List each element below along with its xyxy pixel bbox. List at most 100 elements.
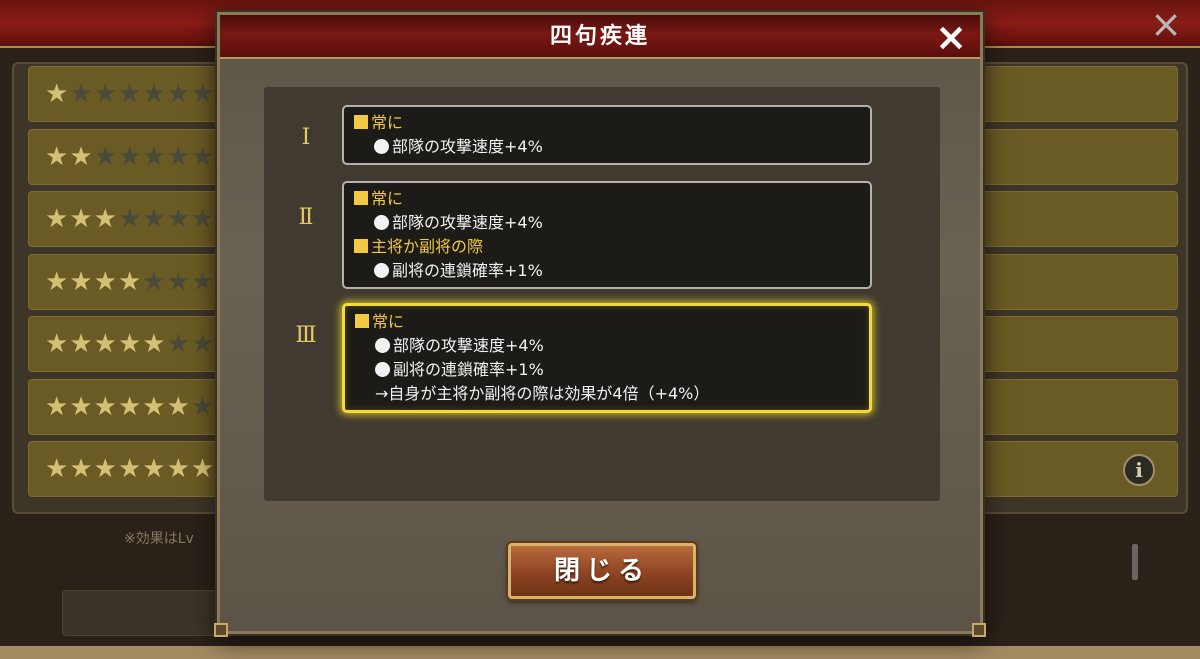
bullet-dot-icon (375, 338, 390, 353)
line-text: 部隊の攻撃速度+4% (392, 213, 543, 232)
condition-square-icon (354, 115, 368, 129)
star-icon: ★ (45, 141, 70, 172)
level-numeral: Ⅰ (301, 125, 311, 150)
star-rating: ★★★★★★★ (45, 140, 215, 174)
effect-line: 副将の連鎖確率+1% (355, 358, 861, 382)
star-icon: ★ (45, 204, 70, 234)
line-text: 副将の連鎖確率+1% (392, 261, 543, 280)
background-scrollbar (1132, 544, 1138, 580)
level-box: 常に部隊の攻撃速度+4% 主将か副将の際副将の連鎖確率+1% (342, 181, 872, 289)
star-rating: ★★★★★★★ (45, 77, 215, 111)
star-icon: ★ (142, 391, 167, 422)
star-icon: ★ (166, 204, 191, 234)
condition-line: 常に (354, 187, 862, 211)
background-note: ※効果はLv (124, 531, 194, 547)
star-icon: ★ (166, 329, 191, 359)
star-icon: ★ (142, 204, 167, 234)
star-icon: ★ (93, 141, 118, 172)
star-icon: ★ (69, 391, 94, 422)
star-icon: ★ (93, 329, 118, 359)
star-icon: ★ (69, 204, 94, 234)
star-icon: ★ (117, 79, 143, 109)
effect-line: 副将の連鎖確率+1% (354, 259, 862, 283)
line-text: 常に (371, 113, 404, 132)
condition-square-icon (354, 191, 368, 205)
line-text: 常に (371, 189, 404, 208)
info-icon[interactable]: i (1123, 454, 1155, 486)
star-rating: ★★★★★★★ (45, 202, 215, 236)
condition-square-icon (355, 314, 369, 328)
star-icon: ★ (45, 454, 70, 484)
star-icon: ★ (69, 329, 94, 359)
star-rating: ★★★★★★★ (45, 265, 215, 299)
star-icon: ★ (69, 141, 94, 172)
bullet-dot-icon (375, 362, 390, 377)
star-icon: ★ (45, 79, 70, 109)
star-icon: ★ (190, 329, 216, 359)
bullet-dot-icon (374, 215, 389, 230)
background-bottom-button (62, 590, 232, 636)
condition-line: 主将か副将の際 (354, 235, 862, 259)
star-icon: ★ (117, 266, 143, 297)
level-box: 常に部隊の攻撃速度+4% (342, 105, 872, 165)
corner-ornament (972, 623, 986, 637)
line-text: 部隊の攻撃速度+4% (393, 336, 544, 355)
star-icon: ★ (117, 141, 143, 172)
note-line: →自身が主将か副将の際は効果が4倍（+4%） (355, 382, 861, 406)
star-icon: ★ (190, 266, 216, 297)
star-icon: ★ (142, 454, 167, 484)
star-icon: ★ (190, 391, 216, 422)
star-icon: ★ (142, 141, 167, 172)
star-icon: ★ (166, 391, 191, 422)
star-icon: ★ (166, 266, 191, 297)
condition-square-icon (354, 239, 368, 253)
star-icon: ★ (142, 329, 167, 359)
line-text: 副将の連鎖確率+1% (393, 360, 544, 379)
background-close-icon[interactable]: × (1146, 4, 1186, 44)
star-icon: ★ (69, 454, 94, 484)
star-icon: ★ (142, 266, 167, 297)
close-button[interactable]: 閉じる (508, 543, 696, 599)
star-icon: ★ (166, 454, 191, 484)
condition-line: 常に (354, 111, 862, 135)
modal-title: 四句疾連 (549, 24, 650, 49)
star-icon: ★ (45, 391, 70, 422)
star-rating: ★★★★★★★ (45, 452, 215, 486)
star-icon: ★ (190, 79, 216, 109)
star-icon: ★ (117, 204, 143, 234)
line-text: 部隊の攻撃速度+4% (392, 137, 543, 156)
condition-line: 常に (355, 310, 861, 334)
star-icon: ★ (93, 391, 118, 422)
skill-detail-modal: 四句疾連 × Ⅰ 常に 部隊の攻撃速度+4% Ⅱ 常に 部隊の攻撃速度+4% 主将か副将の際… (214, 12, 986, 637)
star-icon: ★ (93, 204, 118, 234)
effect-line: 部隊の攻撃速度+4% (354, 211, 862, 235)
star-icon: ★ (45, 266, 70, 297)
star-icon: ★ (190, 204, 216, 234)
star-icon: ★ (69, 266, 94, 297)
star-icon: ★ (190, 454, 216, 484)
star-icon: ★ (190, 141, 216, 172)
line-text: 主将か副将の際 (371, 237, 484, 256)
star-icon: ★ (166, 141, 191, 172)
corner-ornament (214, 623, 228, 637)
effect-line: 部隊の攻撃速度+4% (354, 135, 862, 159)
star-icon: ★ (142, 79, 167, 109)
star-icon: ★ (166, 79, 191, 109)
star-rating: ★★★★★★★ (45, 327, 215, 361)
line-text: →自身が主将か副将の際は効果が4倍（+4%） (375, 384, 710, 403)
star-rating: ★★★★★★★ (45, 390, 215, 424)
background-footer (0, 646, 1200, 659)
star-icon: ★ (93, 79, 118, 109)
star-icon: ★ (69, 79, 94, 109)
star-icon: ★ (45, 329, 70, 359)
line-text: 常に (372, 312, 405, 331)
level-numeral: Ⅲ (295, 323, 317, 348)
bullet-dot-icon (374, 139, 389, 154)
bullet-dot-icon (374, 263, 389, 278)
modal-close-icon[interactable]: × (932, 18, 970, 56)
star-icon: ★ (93, 454, 118, 484)
star-icon: ★ (117, 391, 143, 422)
effect-line: 部隊の攻撃速度+4% (355, 334, 861, 358)
level-numeral: Ⅱ (298, 205, 314, 230)
star-icon: ★ (93, 266, 118, 297)
